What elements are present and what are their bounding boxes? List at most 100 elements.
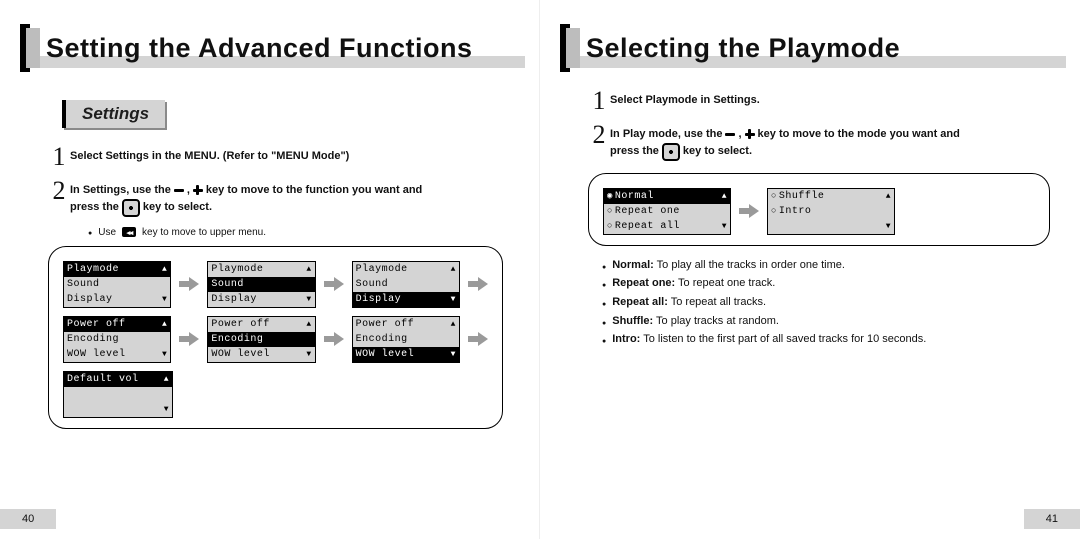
menu-item: Default vol (67, 374, 139, 385)
scroll-down-icon: ▼ (162, 350, 167, 359)
step-2-left: 2 In Settings, use the , key to move to … (0, 174, 539, 221)
menu-item: Sound (211, 279, 244, 290)
scroll-up-icon: ▲ (162, 320, 167, 329)
arrow-right-icon (324, 277, 344, 291)
step-text-part: key to move to the function you want and (206, 182, 422, 199)
menu-item: Encoding (356, 334, 408, 345)
radio-icon (771, 191, 779, 202)
desc-text: To play all the tracks in order one time… (654, 259, 845, 271)
scroll-up-icon: ▲ (164, 375, 169, 384)
menu-item: Sound (67, 279, 100, 290)
menu-item: Encoding (211, 334, 263, 345)
arrow-right-icon (179, 332, 199, 346)
radio-icon (607, 206, 615, 217)
section-heading-settings: Settings (62, 100, 165, 128)
page-title-left: Setting the Advanced Functions (46, 33, 473, 64)
minus-icon (174, 189, 184, 192)
menu-item: Playmode (67, 264, 119, 275)
menu-item: Repeat one (615, 206, 680, 217)
step-text: In Play mode, use the , key to move to t… (610, 122, 960, 161)
title-marker-icon (20, 24, 38, 72)
playmode-panel: Normal ▲ Repeat one Repeat all ▼ Shuffle ▲ … (588, 173, 1050, 246)
scroll-down-icon: ▼ (886, 222, 891, 231)
bullet-icon (602, 312, 606, 331)
note-text-b: key to move to upper menu. (142, 227, 266, 238)
desc-text: To repeat one track. (675, 277, 775, 289)
desc-text: To play tracks at random. (653, 315, 779, 327)
scroll-up-icon: ▲ (162, 265, 167, 274)
step-number: 2 (48, 178, 70, 204)
term: Repeat one: (612, 277, 675, 289)
term: Shuffle: (612, 315, 653, 327)
select-button-icon (662, 143, 680, 161)
step-number: 1 (588, 88, 610, 114)
note-text-a: Use (98, 227, 116, 238)
menu-screen: Default vol ▲ ▼ (63, 371, 173, 418)
scroll-down-icon: ▼ (162, 295, 167, 304)
radio-selected-icon (607, 191, 615, 202)
menu-screen: Power off ▲ Encoding WOW level ▼ (63, 316, 171, 363)
arrow-right-icon (739, 204, 759, 218)
step-text-part: press the (610, 143, 659, 160)
page-number-left: 40 (0, 509, 56, 529)
step-text-part: In Settings, use the (70, 182, 171, 199)
scroll-up-icon: ▲ (886, 192, 891, 201)
menu-item: Playmode (211, 264, 263, 275)
menu-screen: Playmode▲ Sound Display▼ (352, 261, 460, 308)
term: Normal: (612, 259, 654, 271)
playmode-descriptions: Normal: To play all the tracks in order … (602, 256, 1040, 349)
scroll-up-icon: ▲ (451, 265, 456, 274)
page-right: Selecting the Playmode 1 Select Playmode… (540, 0, 1080, 539)
menu-item: Encoding (67, 334, 119, 345)
menu-screen: Power off▲ Encoding WOW level▼ (207, 316, 315, 363)
settings-panel: Playmode▲ Sound Display▼ Playmode▲ Sound… (48, 246, 503, 429)
menu-item: WOW level (67, 349, 126, 360)
menu-item: Sound (356, 279, 389, 290)
scroll-down-icon: ▼ (306, 350, 311, 359)
step-text: Select Settings in the MENU. (Refer to "… (70, 144, 349, 165)
arrow-right-icon (179, 277, 199, 291)
menu-item: Normal (615, 191, 654, 202)
menu-item: Power off (67, 319, 126, 330)
scroll-down-icon: ▼ (722, 222, 727, 231)
step-text: In Settings, use the , key to move to th… (70, 178, 422, 217)
menu-item: Intro (779, 206, 812, 217)
scroll-down-icon: ▼ (306, 295, 311, 304)
title-bar-right: Selecting the Playmode (540, 24, 1080, 72)
term: Intro: (612, 333, 640, 345)
bullet-icon (602, 274, 606, 293)
bullet-icon (88, 227, 92, 238)
title-marker-icon (560, 24, 578, 72)
menu-item: Shuffle (779, 191, 825, 202)
menu-screen: Normal▲ Repeat one Repeat all▼ (603, 188, 731, 235)
menu-item: WOW level (211, 349, 270, 360)
radio-icon (607, 221, 615, 232)
minus-icon (725, 133, 735, 136)
scroll-down-icon: ▼ (451, 350, 456, 359)
menu-screen: Shuffle ▲ Intro ▼ (767, 188, 895, 235)
step-number: 2 (588, 122, 610, 148)
page-title-right: Selecting the Playmode (586, 33, 900, 64)
arrow-right-icon (324, 332, 344, 346)
menu-row-playmode: Normal ▲ Repeat one Repeat all ▼ Shuffle ▲ … (603, 188, 1035, 235)
plus-icon (193, 185, 203, 195)
step-text-part: key to move to the mode you want and (758, 126, 960, 143)
step-1-right: 1 Select Playmode in Settings. (540, 84, 1080, 118)
rewind-icon (122, 227, 136, 237)
arrow-right-icon (468, 332, 488, 346)
step-number: 1 (48, 144, 70, 170)
menu-item: WOW level (356, 349, 415, 360)
menu-item: Display (67, 294, 113, 305)
radio-icon (771, 206, 779, 217)
page-number-right: 41 (1024, 509, 1080, 529)
scroll-down-icon: ▼ (164, 405, 169, 414)
bullet-icon (602, 330, 606, 349)
step-2-right: 2 In Play mode, use the , key to move to… (540, 118, 1080, 165)
plus-icon (745, 129, 755, 139)
desc-text: To repeat all tracks. (668, 296, 766, 308)
menu-item: Repeat all (615, 221, 680, 232)
menu-item: Display (356, 294, 402, 305)
menu-screen: Playmode▲ Sound Display▼ (207, 261, 315, 308)
scroll-up-icon: ▲ (451, 320, 456, 329)
scroll-up-icon: ▲ (306, 265, 311, 274)
